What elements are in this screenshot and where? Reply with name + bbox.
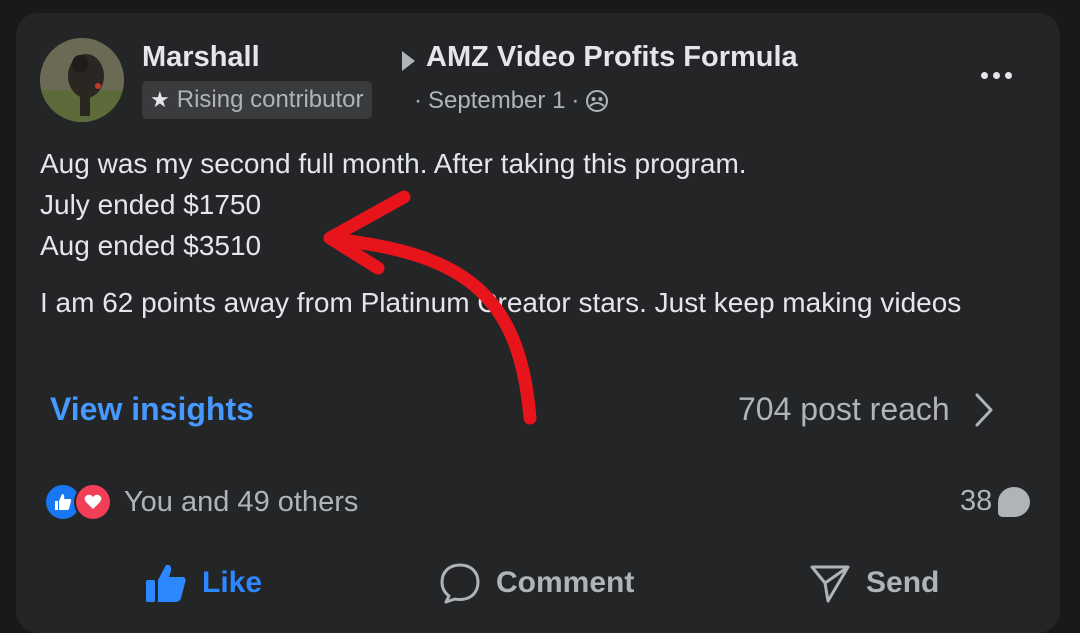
- comment-label: Comment: [496, 566, 635, 599]
- badge-label: Rising contributor: [176, 86, 364, 113]
- post-text-line: Aug ended $3510: [40, 230, 262, 261]
- more-options-icon: [980, 71, 988, 79]
- post-text-paragraph: I am 62 points away from Platinum Creato…: [40, 287, 962, 318]
- author-name[interactable]: Marshall: [142, 41, 260, 74]
- comments-count-number: 38: [960, 485, 993, 517]
- reactions-text: You and 49 others: [124, 485, 359, 518]
- chevron-right-icon: [975, 393, 993, 426]
- comment-button[interactable]: Comment: [438, 553, 634, 613]
- like-label: Like: [202, 566, 263, 599]
- send-icon: [810, 565, 850, 603]
- star-icon: ★: [150, 87, 170, 112]
- love-reaction-icon: [74, 483, 112, 521]
- more-options-button[interactable]: [966, 55, 1026, 95]
- send-button[interactable]: Send: [808, 553, 939, 613]
- caret-right-icon: [402, 51, 415, 71]
- post-reach[interactable]: 704 post reach: [738, 391, 994, 428]
- meta-separator: ·: [414, 87, 422, 114]
- avatar-photo: [40, 38, 124, 122]
- group-audience-icon[interactable]: [585, 89, 609, 113]
- more-options-dot: [992, 71, 1000, 79]
- post-card: Marshall AMZ Video Profits Formula ★ Ris…: [16, 13, 1060, 633]
- view-insights-link[interactable]: View insights: [50, 391, 254, 428]
- post-reach-text: 704 post reach: [738, 391, 950, 427]
- post-actions: Like Comment Send: [16, 553, 1060, 613]
- more-options-dot: [1004, 71, 1012, 79]
- contributor-badge[interactable]: ★ Rising contributor: [142, 81, 373, 119]
- post-text-line: July ended $1750: [40, 189, 262, 220]
- post-text-line: Aug was my second full month. After taki…: [40, 148, 747, 179]
- comment-bubble-icon: [998, 486, 1031, 517]
- meta-separator: ·: [571, 87, 580, 114]
- avatar[interactable]: [40, 38, 124, 122]
- reactions-summary[interactable]: You and 49 others: [44, 483, 358, 521]
- post-body: Aug was my second full month. After taki…: [40, 143, 1020, 323]
- thumbs-up-icon: [146, 564, 186, 602]
- comment-icon: [440, 563, 480, 604]
- group-name[interactable]: AMZ Video Profits Formula: [426, 41, 798, 74]
- comments-count[interactable]: 38: [960, 485, 1031, 518]
- send-label: Send: [866, 566, 940, 599]
- like-button[interactable]: Like: [144, 553, 262, 613]
- post-meta: · September 1 ·: [414, 87, 609, 115]
- post-date[interactable]: September 1: [428, 87, 565, 115]
